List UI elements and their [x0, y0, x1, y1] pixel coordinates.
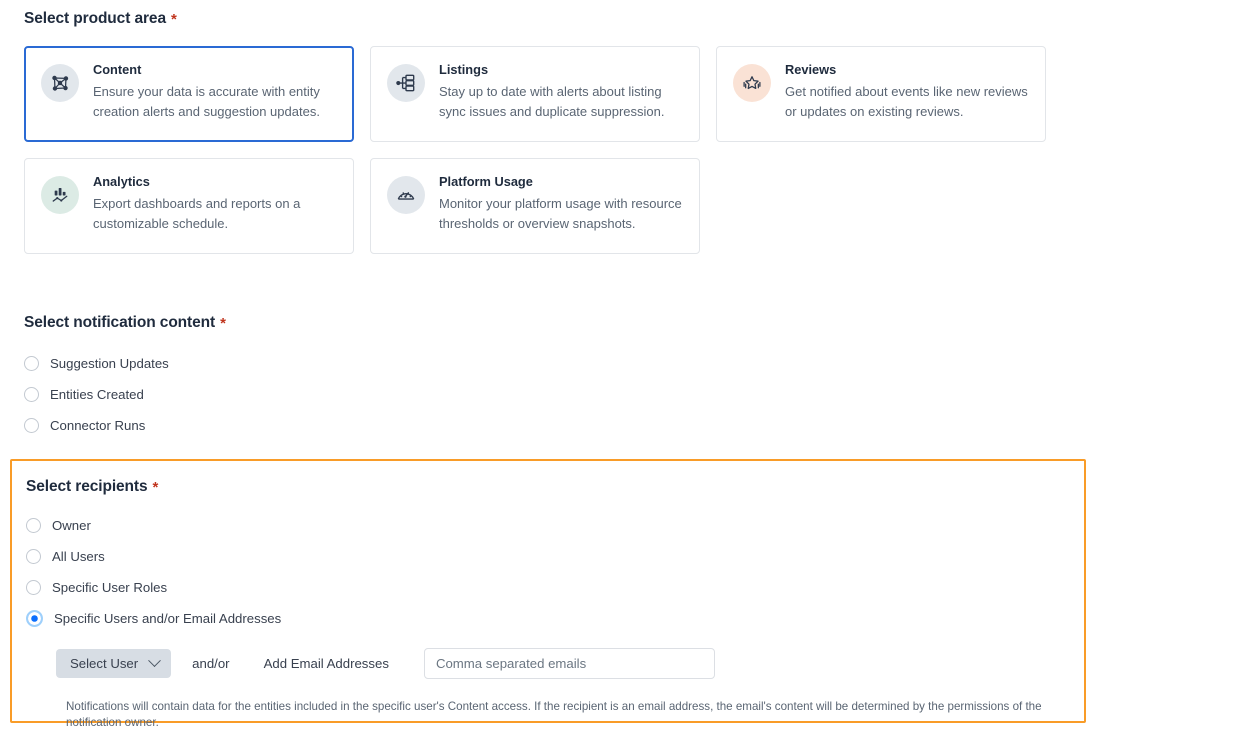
card-description: Export dashboards and reports on a custo…: [93, 196, 301, 232]
product-area-card-grid: Content Ensure your data is accurate wit…: [24, 46, 1048, 254]
product-area-card-analytics[interactable]: Analytics Export dashboards and reports …: [24, 158, 354, 254]
notification-content-radio-group: Suggestion Updates Entities Created Conn…: [24, 348, 624, 441]
product-area-heading-text: Select product area: [24, 10, 166, 27]
card-title: Reviews: [785, 62, 837, 77]
add-email-addresses-label: Add Email Addresses: [263, 656, 389, 671]
radio-option-specific-user-roles[interactable]: Specific User Roles: [26, 572, 1068, 603]
radio-option-specific-users-or-emails[interactable]: Specific Users and/or Email Addresses: [26, 603, 1068, 634]
product-area-heading: Select product area *: [24, 10, 1124, 28]
notification-content-section: Select notification content * Suggestion…: [24, 314, 624, 441]
radio-label: Entities Created: [50, 386, 144, 402]
notification-content-heading: Select notification content *: [24, 314, 624, 332]
sitemap-icon: [387, 64, 425, 102]
radio-option-owner[interactable]: Owner: [26, 510, 1068, 541]
card-description: Stay up to date with alerts about listin…: [439, 84, 665, 120]
recipients-heading-text: Select recipients: [26, 478, 148, 495]
notification-content-heading-text: Select notification content: [24, 314, 216, 331]
product-area-card-content[interactable]: Content Ensure your data is accurate wit…: [24, 46, 354, 142]
radio-option-all-users[interactable]: All Users: [26, 541, 1068, 572]
card-text: Analytics Export dashboards and reports …: [93, 173, 337, 235]
radio-icon[interactable]: [24, 418, 39, 433]
card-description: Ensure your data is accurate with entity…: [93, 84, 320, 120]
radio-icon[interactable]: [24, 356, 39, 371]
card-title: Listings: [439, 62, 489, 77]
card-title: Content: [93, 62, 142, 77]
radio-label: All Users: [52, 548, 105, 564]
radio-option-suggestion-updates[interactable]: Suggestion Updates: [24, 348, 624, 379]
star-sparkle-icon: [733, 64, 771, 102]
radio-option-connector-runs[interactable]: Connector Runs: [24, 410, 624, 441]
product-area-section: Select product area * Content Ensure you…: [24, 10, 1124, 254]
required-marker: *: [220, 315, 226, 332]
recipients-section: Select recipients * Owner All Users Spec…: [10, 459, 1086, 729]
card-description: Monitor your platform usage with resourc…: [439, 196, 682, 232]
radio-icon[interactable]: [26, 518, 41, 533]
required-marker: *: [170, 11, 177, 28]
radio-label: Specific User Roles: [52, 579, 168, 595]
card-text: Platform Usage Monitor your platform usa…: [439, 173, 683, 235]
radio-label: Specific Users and/or Email Addresses: [54, 610, 282, 626]
card-text: Listings Stay up to date with alerts abo…: [439, 61, 683, 123]
recipient-controls-row: Select User and/or Add Email Addresses: [56, 648, 1068, 679]
radio-icon[interactable]: [26, 580, 41, 595]
select-user-button-label: Select User: [70, 656, 139, 671]
card-text: Content Ensure your data is accurate wit…: [93, 61, 337, 123]
gauge-icon: [387, 176, 425, 214]
card-text: Reviews Get notified about events like n…: [785, 61, 1029, 123]
required-marker: *: [152, 479, 159, 496]
card-description: Get notified about events like new revie…: [785, 84, 1028, 120]
recipients-radio-group: Owner All Users Specific User Roles Spec…: [26, 510, 1068, 634]
radio-icon[interactable]: [26, 549, 41, 564]
notification-setup-page: Select product area * Content Ensure you…: [0, 0, 1244, 734]
radio-option-entities-created[interactable]: Entities Created: [24, 379, 624, 410]
email-addresses-input[interactable]: [423, 648, 715, 679]
product-area-card-platform-usage[interactable]: Platform Usage Monitor your platform usa…: [370, 158, 700, 254]
recipients-footnote: Notifications will contain data for the …: [66, 700, 1042, 730]
recipients-heading: Select recipients *: [26, 478, 1068, 496]
radio-icon-selected[interactable]: [26, 610, 43, 627]
card-title: Analytics: [93, 174, 150, 189]
card-title: Platform Usage: [439, 174, 533, 189]
product-area-card-reviews[interactable]: Reviews Get notified about events like n…: [716, 46, 1046, 142]
radio-icon[interactable]: [24, 387, 39, 402]
product-area-card-listings[interactable]: Listings Stay up to date with alerts abo…: [370, 46, 700, 142]
chevron-down-icon: [148, 654, 162, 668]
radio-label: Suggestion Updates: [50, 355, 169, 371]
bar-chart-line-icon: [41, 176, 79, 214]
network-graph-icon: [41, 64, 79, 102]
and-or-text: and/or: [192, 656, 230, 671]
select-user-button[interactable]: Select User: [56, 649, 172, 678]
radio-label: Owner: [52, 517, 91, 533]
radio-label: Connector Runs: [50, 417, 146, 433]
